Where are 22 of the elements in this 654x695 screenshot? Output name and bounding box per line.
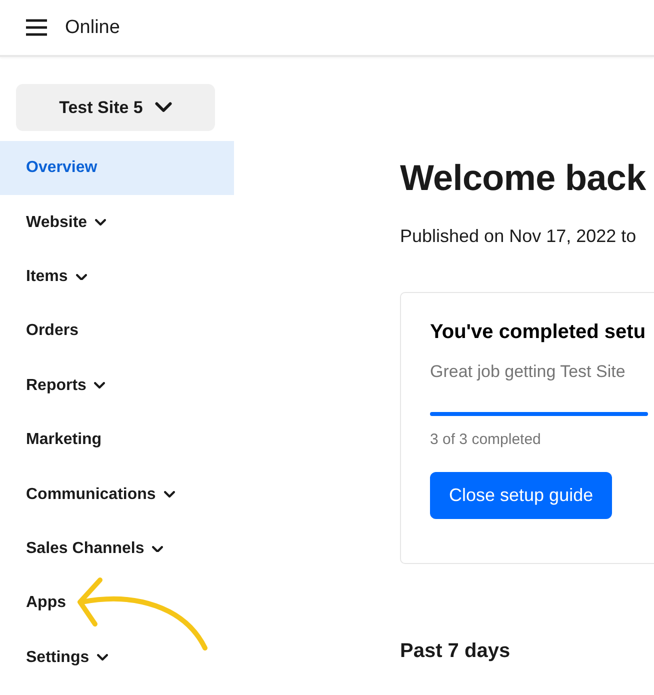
nav-item[interactable]: Reports (26, 376, 86, 395)
nav-item[interactable]: Marketing (26, 431, 102, 450)
menu-button[interactable] (26, 19, 47, 36)
nav-item[interactable]: Settings (26, 648, 90, 667)
nav-item[interactable]: Communications (26, 486, 156, 504)
menu-icon (26, 19, 47, 36)
card-title: You've completed setu (430, 321, 647, 344)
nav-item[interactable]: Items (26, 268, 68, 286)
section-title: Past 7 days (400, 640, 512, 663)
nav-item[interactable]: Website (26, 214, 88, 232)
nav-item[interactable]: Orders (26, 322, 78, 340)
nav-item[interactable]: Overview (26, 159, 98, 178)
chevron-down-icon (154, 102, 172, 113)
page-title: Welcome back (400, 157, 647, 200)
site-selector[interactable]: Test Site 5 (16, 84, 215, 131)
header-title: Online (65, 16, 120, 38)
nav-item[interactable]: Sales Channels (26, 540, 144, 558)
card-subtitle: Great job getting Test Site (430, 362, 626, 382)
nav-item[interactable]: Apps (26, 594, 66, 612)
close-setup-guide-button[interactable]: Close setup guide (430, 472, 612, 519)
progress-text: 3 of 3 completed (430, 431, 542, 448)
published-text: Published on Nov 17, 2022 to (400, 226, 638, 247)
